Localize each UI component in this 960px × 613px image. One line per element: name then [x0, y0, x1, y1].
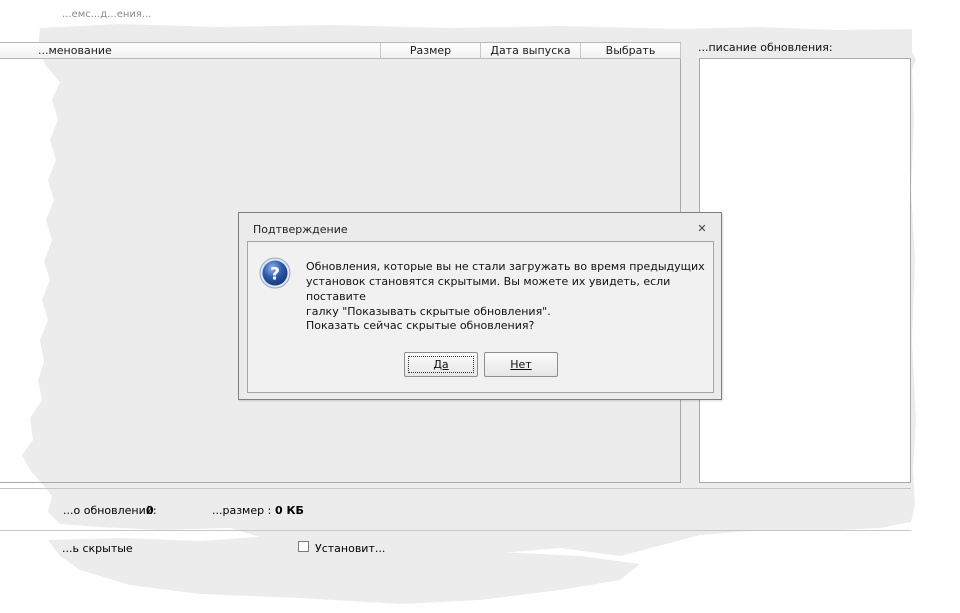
question-icon: ? [259, 257, 291, 289]
dialog-question: Показать сейчас скрытые обновления? [306, 319, 535, 332]
no-button[interactable]: Нет [484, 352, 558, 377]
description-label: ...писание обновления: [698, 41, 833, 54]
column-header-size[interactable]: Размер [381, 43, 481, 59]
status-divider-bottom [0, 530, 911, 531]
column-header-select[interactable]: Выбрать [581, 43, 681, 59]
dialog-title: Подтверждение [253, 223, 348, 236]
dialog-message-line: галку "Показывать скрытые обновления". [306, 305, 551, 318]
status-divider-top [0, 488, 911, 489]
update-count-value: 0 [146, 504, 154, 517]
dialog-message-line: установок становятся скрытыми. Вы можете… [306, 275, 671, 303]
description-panel[interactable] [699, 58, 911, 483]
column-header-name[interactable]: ...менование [0, 43, 381, 59]
total-size-value: 0 КБ [275, 504, 304, 517]
app-window: ...емс...д...ения... ...менование Размер… [0, 0, 960, 613]
focus-ring [408, 356, 474, 373]
install-checkbox[interactable] [298, 541, 309, 552]
dialog-message-line: Обновления, которые вы не стали загружат… [306, 260, 705, 273]
update-list-header: ...менование Размер Дата выпуска Выбрать [0, 42, 681, 59]
show-hidden-checkbox-label[interactable]: ...ь скрытые [62, 542, 133, 555]
no-button-label: Нет [510, 358, 532, 371]
close-icon[interactable]: ✕ [695, 222, 709, 236]
total-size-label: ...размер : [212, 504, 272, 517]
update-count-label: ...о обновлений: [63, 504, 157, 517]
install-checkbox-label[interactable]: Установит... [315, 542, 385, 555]
window-title-fragment: ...емс...д...ения... [62, 9, 152, 20]
svg-text:?: ? [270, 265, 280, 285]
dialog-message: Обновления, которые вы не стали загружат… [306, 259, 708, 319]
confirmation-dialog: Подтверждение ✕ ? Обновления, которые вы… [238, 212, 722, 400]
dialog-body: ? Обновления, которые вы не стали загруж… [247, 241, 714, 393]
yes-button[interactable]: Да [404, 352, 478, 377]
column-header-release-date[interactable]: Дата выпуска [481, 43, 581, 59]
